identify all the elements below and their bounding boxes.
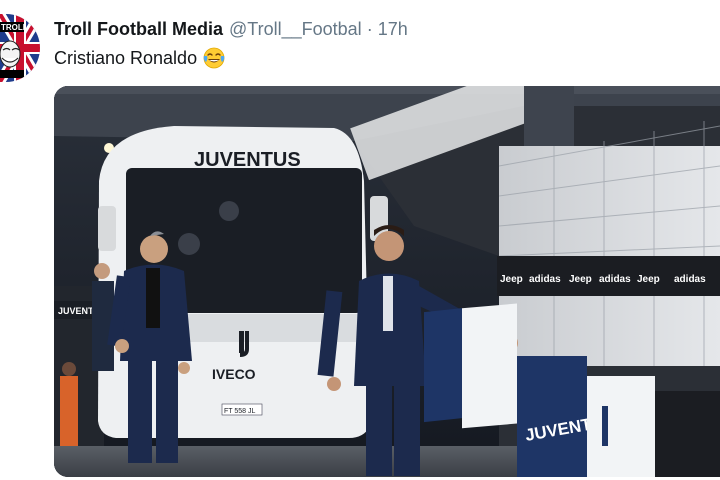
sponsor-text: Jeep [569,274,592,285]
bus-maker-text: IVECO [212,366,256,382]
separator-dot: · [366,19,373,39]
tweet-timestamp[interactable]: 17h [378,19,408,40]
juventus-logo-icon [239,331,249,357]
license-plate-text: FT 558 JL [224,408,255,415]
tweet-text: Cristiano Ronaldo [54,47,225,69]
sponsor-text: Jeep [500,274,523,285]
face-with-tears-of-joy-icon [203,47,225,69]
sponsor-text: adidas [529,274,561,285]
tweet: TROLL Troll Football Media @Troll__Footb… [0,0,720,480]
sponsor-text: adidas [674,274,706,285]
sponsor-text: Jeep [637,274,660,285]
user-handle[interactable]: @Troll__Footbal [229,19,362,40]
video-frame: Jeep adidas Jeep adidas Jeep adidas JUVE… [54,86,720,477]
sponsor-text: adidas [599,274,631,285]
troll-face-icon [0,40,21,68]
avatar-badge-text: TROLL [1,23,28,32]
avatar[interactable]: TROLL [0,14,40,82]
bus-brand-text: JUVENTUS [194,149,301,171]
tweet-text-body: Cristiano Ronaldo [54,47,198,68]
union-jack-troll-avatar-icon: TROLL [0,14,40,82]
tweet-media-video[interactable]: Jeep adidas Jeep adidas Jeep adidas JUVE… [54,86,720,477]
tweet-header: Troll Football Media @Troll__Footbal · 1… [54,19,408,43]
display-name[interactable]: Troll Football Media [54,19,223,40]
staff-person [60,376,78,446]
